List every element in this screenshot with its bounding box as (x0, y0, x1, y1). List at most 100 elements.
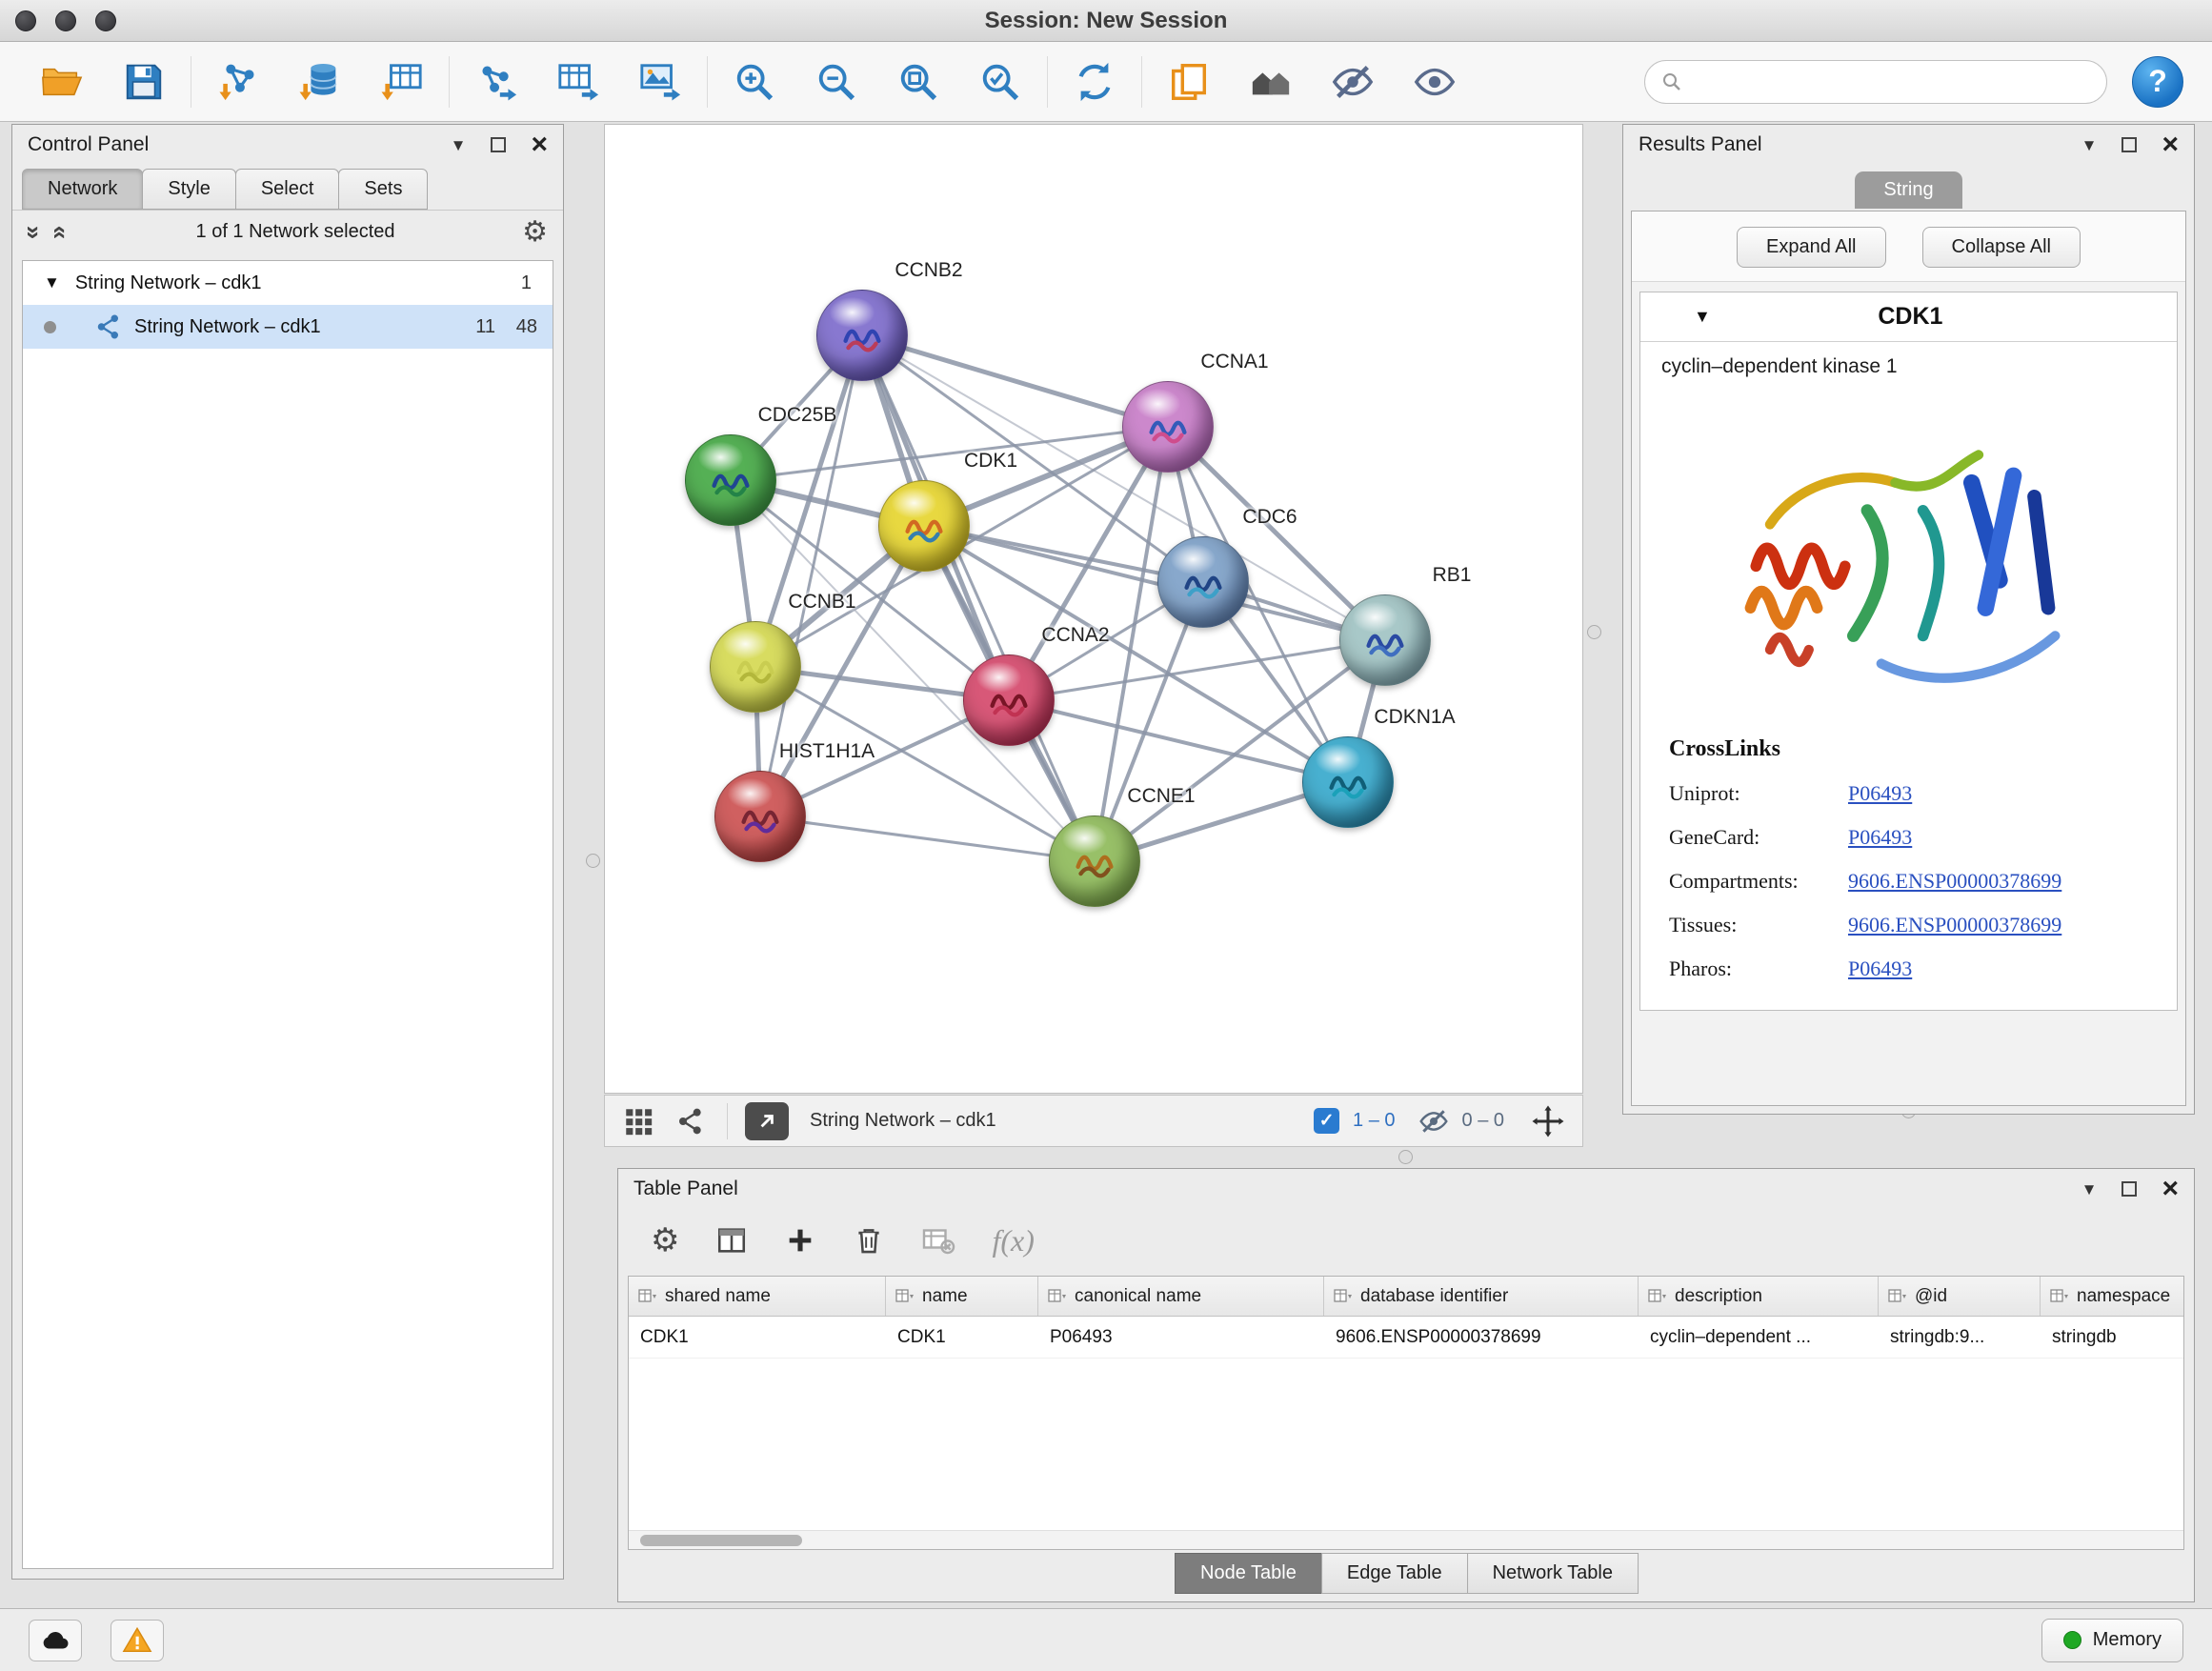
network-node-ccna1[interactable] (1122, 381, 1214, 473)
save-session-button[interactable] (116, 54, 171, 110)
delete-table-button[interactable] (921, 1223, 955, 1258)
horizontal-splitter-handle[interactable] (1398, 1150, 1413, 1164)
table-cell[interactable]: CDK1 (629, 1317, 886, 1358)
column-header-shared-name[interactable]: shared name (629, 1277, 886, 1316)
collapse-all-button[interactable]: Collapse All (1922, 227, 2081, 268)
network-node-cdc6[interactable] (1157, 536, 1249, 628)
tab-style[interactable]: Style (142, 169, 235, 210)
search-input[interactable] (1693, 70, 2091, 92)
results-close-icon[interactable]: × (2162, 131, 2179, 159)
results-float-icon[interactable] (2122, 137, 2137, 152)
toggle-columns-button[interactable] (715, 1224, 748, 1257)
tab-network-table[interactable]: Network Table (1467, 1553, 1639, 1594)
hidden-items-button[interactable] (1418, 1106, 1449, 1137)
close-window-button[interactable] (15, 10, 36, 31)
collapse-all-icon[interactable]: » (22, 225, 47, 238)
table-cell[interactable]: stringdb:9... (1879, 1317, 2041, 1358)
tab-node-table[interactable]: Node Table (1175, 1553, 1322, 1594)
expand-all-icon[interactable]: « (50, 225, 74, 238)
network-node-hist1h1a[interactable] (714, 771, 806, 862)
zoom-window-button[interactable] (95, 10, 116, 31)
column-header-canonical-name[interactable]: canonical name (1038, 1277, 1324, 1316)
cloud-status-button[interactable] (29, 1620, 82, 1661)
panel-float-icon[interactable] (491, 137, 506, 152)
network-collection-row[interactable]: ▼ String Network – cdk1 1 (23, 261, 553, 305)
tab-string[interactable]: String (1855, 171, 1961, 209)
tab-sets[interactable]: Sets (338, 169, 428, 210)
network-overview-button[interactable] (675, 1106, 706, 1137)
table-cell[interactable]: 9606.ENSP00000378699 (1324, 1317, 1639, 1358)
table-close-icon[interactable]: × (2162, 1175, 2179, 1203)
zoom-in-button[interactable] (727, 54, 782, 110)
network-canvas[interactable]: CCNB2CCNA1CDC25BCDK1CDC6RB1CCNB1CCNA2CDK… (604, 124, 1583, 1094)
zoom-out-button[interactable] (809, 54, 864, 110)
network-edge[interactable] (862, 335, 1095, 861)
network-node-cdc25b[interactable] (685, 434, 776, 526)
open-in-new-window-button[interactable] (745, 1102, 789, 1140)
export-image-button[interactable] (633, 54, 688, 110)
show-graphics-details-button[interactable] (1407, 54, 1462, 110)
crosslink-link[interactable]: P06493 (1848, 825, 1912, 850)
table-float-icon[interactable] (2122, 1181, 2137, 1197)
network-node-cdk1[interactable] (878, 480, 970, 572)
hide-graphics-details-button[interactable] (1325, 54, 1380, 110)
help-button[interactable]: ? (2132, 56, 2183, 108)
network-edge[interactable] (862, 335, 1168, 427)
function-builder-button[interactable]: f(x) (992, 1223, 1034, 1258)
tab-edge-table[interactable]: Edge Table (1321, 1553, 1468, 1594)
network-node-ccne1[interactable] (1049, 815, 1140, 907)
column-header-namespace[interactable]: namespace (2041, 1277, 2184, 1316)
toolbar-search[interactable] (1644, 60, 2107, 104)
zoom-selected-button[interactable] (973, 54, 1028, 110)
network-node-cdkn1a[interactable] (1302, 736, 1394, 828)
column-header-database-identifier[interactable]: database identifier (1324, 1277, 1639, 1316)
table-row[interactable]: CDK1CDK1P064939606.ENSP00000378699cyclin… (629, 1317, 2183, 1359)
crosslink-link[interactable]: P06493 (1848, 956, 1912, 981)
duplicate-document-button[interactable] (1161, 54, 1217, 110)
table-menu-icon[interactable]: ▼ (2081, 1181, 2098, 1198)
import-network-database-button[interactable] (292, 54, 348, 110)
table-cell[interactable]: CDK1 (886, 1317, 1038, 1358)
gene-collapse-icon[interactable]: ▼ (1694, 307, 1711, 327)
tab-network[interactable]: Network (22, 169, 143, 210)
starter-panel-button[interactable] (1243, 54, 1298, 110)
column-header-name[interactable]: name (886, 1277, 1038, 1316)
gene-card-header[interactable]: ▼ CDK1 (1640, 292, 2177, 342)
network-row[interactable]: String Network – cdk1 11 48 (23, 305, 553, 349)
results-menu-icon[interactable]: ▼ (2081, 137, 2098, 153)
panel-menu-icon[interactable]: ▼ (451, 137, 467, 153)
export-network-button[interactable] (469, 54, 524, 110)
table-cell[interactable]: P06493 (1038, 1317, 1324, 1358)
network-edge[interactable] (760, 816, 1095, 861)
network-options-gear-icon[interactable]: ⚙ (522, 218, 548, 247)
collapse-triangle-icon[interactable]: ▼ (44, 273, 60, 292)
network-edge[interactable] (924, 526, 1385, 640)
zoom-fit-button[interactable] (891, 54, 946, 110)
create-column-button[interactable] (784, 1224, 816, 1257)
network-node-ccnb1[interactable] (710, 621, 801, 713)
apply-layout-button[interactable] (1067, 54, 1122, 110)
table-cell[interactable]: cyclin–dependent ... (1639, 1317, 1879, 1358)
crosslink-link[interactable]: P06493 (1848, 781, 1912, 806)
crosslink-link[interactable]: 9606.ENSP00000378699 (1848, 869, 2061, 894)
network-node-ccnb2[interactable] (816, 290, 908, 381)
import-table-file-button[interactable] (374, 54, 430, 110)
table-settings-button[interactable]: ⚙ (651, 1224, 679, 1257)
hscroll-thumb[interactable] (640, 1535, 802, 1546)
column-header--id[interactable]: @id (1879, 1277, 2041, 1316)
tab-select[interactable]: Select (235, 169, 340, 210)
open-session-button[interactable] (34, 54, 90, 110)
minimize-window-button[interactable] (55, 10, 76, 31)
import-network-file-button[interactable] (211, 54, 266, 110)
column-header-description[interactable]: description (1639, 1277, 1879, 1316)
expand-all-button[interactable]: Expand All (1737, 227, 1886, 268)
warnings-button[interactable] (111, 1620, 164, 1661)
right-splitter-handle[interactable] (1587, 625, 1601, 639)
delete-column-button[interactable] (853, 1224, 885, 1257)
selected-checkbox-icon[interactable]: ✓ (1314, 1108, 1339, 1134)
network-node-rb1[interactable] (1339, 594, 1431, 686)
table-cell[interactable]: stringdb (2041, 1317, 2184, 1358)
export-table-button[interactable] (551, 54, 606, 110)
birdseye-button[interactable] (622, 1105, 654, 1137)
crosslink-link[interactable]: 9606.ENSP00000378699 (1848, 913, 2061, 937)
